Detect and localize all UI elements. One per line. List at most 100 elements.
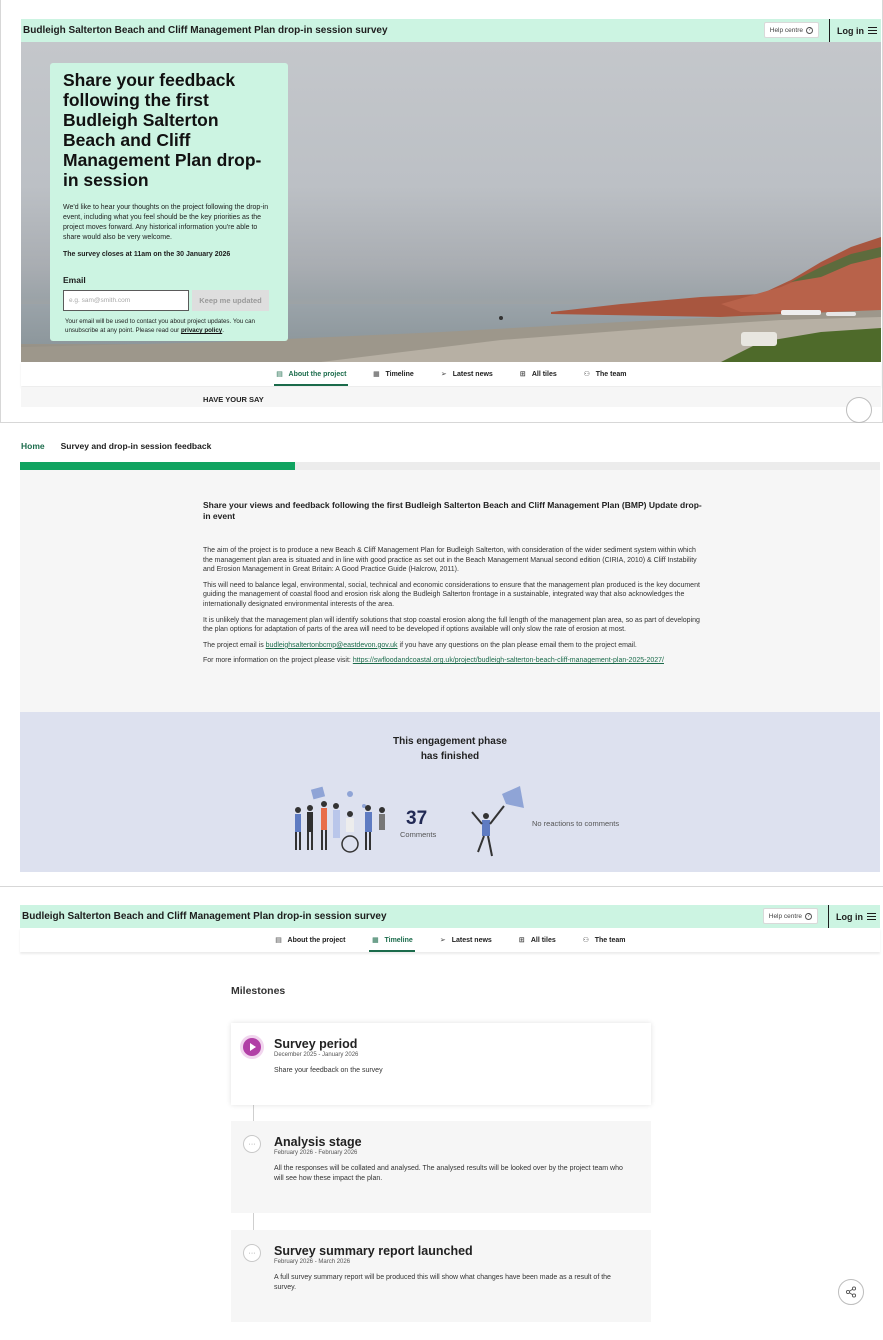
help-centre-button[interactable]: Help centre ? (762, 908, 818, 924)
email-signup-row: Keep me updated (63, 290, 275, 311)
milestone-title: Survey period (274, 1037, 358, 1051)
email-input[interactable] (63, 290, 189, 311)
breadcrumb: Home Survey and drop-in session feedback (21, 441, 211, 451)
share-icon (845, 1286, 857, 1298)
milestone-dates: December 2025 - January 2026 (274, 1052, 359, 1058)
survey-intro: Share your views and feedback following … (20, 470, 880, 712)
more-dots-icon: ··· (243, 1244, 261, 1262)
grid-icon: ⊞ (518, 937, 525, 944)
tab-timeline[interactable]: ▦ Timeline (369, 928, 416, 952)
document-icon: ▤ (276, 371, 283, 378)
survey-body: The aim of the project is to produce a n… (203, 546, 705, 672)
tab-label: All tiles (530, 936, 556, 944)
more-info-paragraph: For more information on the project plea… (203, 656, 705, 666)
engagement-status: This engagement phase has finished (20, 734, 880, 764)
site-title[interactable]: Budleigh Salterton Beach and Cliff Manag… (20, 911, 387, 922)
help-centre-button[interactable]: Help centre ? (763, 22, 819, 38)
milestones-heading: Milestones (231, 985, 286, 997)
tab-the-team[interactable]: ⚇ The team (580, 928, 628, 952)
milestone-dates: February 2026 - March 2026 (274, 1259, 351, 1265)
milestone-description: A full survey summary report will be pro… (274, 1274, 611, 1291)
survey-close-date: The survey closes at 11am on the 30 Janu… (63, 251, 231, 258)
megaphone-illustration (471, 786, 524, 857)
hero-heading: Share your feedback following the first … (63, 70, 262, 190)
tab-about-the-project[interactable]: ▤ About the project (273, 928, 348, 952)
send-icon: ➢ (439, 937, 446, 944)
milestone-survey-period: Survey period December 2025 - January 20… (231, 1023, 651, 1105)
header-divider (829, 19, 830, 42)
calendar-icon: ▦ (372, 937, 379, 944)
tab-latest-news[interactable]: ➢ Latest news (438, 362, 495, 386)
keep-me-updated-button[interactable]: Keep me updated (192, 290, 269, 311)
comments-count: 37 (406, 808, 428, 829)
survey-paragraph: This will need to balance legal, environ… (203, 581, 700, 608)
breadcrumb-home-link[interactable]: Home (21, 441, 45, 451)
fine-print-end: . (222, 327, 224, 334)
header-divider (828, 905, 829, 928)
calendar-icon: ▦ (373, 371, 380, 378)
crowd-illustration (295, 786, 385, 853)
project-email-paragraph: The project email is budleighsaltertonbc… (203, 641, 705, 651)
tab-label: All tiles (531, 370, 557, 378)
survey-heading: Share your views and feedback following … (203, 500, 702, 521)
tab-latest-news[interactable]: ➢ Latest news (437, 928, 494, 952)
survey-progress-fill (20, 462, 296, 470)
login-button[interactable]: Log in (837, 19, 877, 42)
privacy-policy-link[interactable]: privacy policy (181, 327, 222, 334)
people-icon: ⚇ (582, 937, 589, 944)
tab-timeline[interactable]: ▦ Timeline (370, 362, 415, 386)
hero-intro: We'd like to hear your thoughts on the p… (63, 204, 269, 241)
menu-icon[interactable] (867, 913, 876, 920)
milestone-description: All the responses will be collated and a… (274, 1165, 623, 1182)
question-icon: ? (805, 912, 812, 920)
milestone-analysis-stage: ··· Analysis stage February 2026 - Febru… (231, 1121, 651, 1213)
milestone-title: Survey summary report launched (274, 1244, 473, 1258)
login-label: Log in (837, 25, 864, 36)
signup-card: Share your feedback following the first … (50, 63, 288, 341)
project-website-link[interactable]: https://swfloodandcoastal.org.uk/project… (353, 657, 664, 664)
engagement-status-line: This engagement phase (393, 736, 507, 747)
tab-label: The team (595, 370, 627, 378)
tab-all-tiles[interactable]: ⊞ All tiles (517, 362, 559, 386)
survey-paragraph: The aim of the project is to produce a n… (203, 547, 697, 574)
milestone-dates: February 2026 - February 2026 (274, 1150, 358, 1156)
email-post-text: if you have any questions on the plan pl… (399, 641, 637, 649)
site-header: Budleigh Salterton Beach and Cliff Manag… (21, 19, 881, 42)
share-button[interactable] (838, 1279, 864, 1305)
survey-progress-bar (20, 462, 880, 470)
engagement-finished-panel: This engagement phase has finished 37 Co… (20, 712, 880, 872)
breadcrumb-current: Survey and drop-in session feedback (60, 441, 212, 451)
help-centre-label: Help centre (769, 26, 803, 34)
email-pre-text: The project email is (203, 641, 264, 649)
tab-label: About the project (288, 370, 347, 378)
tab-label: Timeline (384, 936, 413, 944)
more-info-text: For more information on the project plea… (203, 657, 351, 665)
have-your-say-section: HAVE YOUR SAY (21, 387, 881, 407)
tab-label: Latest news (452, 370, 493, 378)
tab-all-tiles[interactable]: ⊞ All tiles (516, 928, 558, 952)
tab-label: Latest news (451, 936, 492, 944)
send-icon: ➢ (440, 371, 447, 378)
project-email-link[interactable]: budleighsaltertonbcmp@eastdevon.gov.uk (266, 642, 398, 649)
people-icon: ⚇ (583, 371, 590, 378)
tab-about-the-project[interactable]: ▤ About the project (273, 362, 349, 386)
hero-banner: Share your feedback following the first … (21, 42, 881, 362)
tab-label: Timeline (385, 370, 414, 378)
email-label: Email (63, 275, 86, 285)
have-your-say-heading: HAVE YOUR SAY (203, 395, 264, 404)
comments-label: Comments (400, 830, 437, 839)
tab-label: About the project (287, 936, 346, 944)
project-page-frame: Budleigh Salterton Beach and Cliff Manag… (0, 0, 883, 423)
fine-print-text: Your email will be used to contact you a… (65, 318, 255, 334)
help-centre-label: Help centre (768, 912, 802, 920)
site-title[interactable]: Budleigh Salterton Beach and Cliff Manag… (21, 25, 388, 36)
grid-icon: ⊞ (519, 371, 526, 378)
milestone-description: Share your feedback on the survey (274, 1067, 383, 1074)
menu-icon[interactable] (868, 27, 877, 34)
scroll-to-top-button[interactable] (846, 397, 872, 423)
login-button[interactable]: Log in (836, 905, 876, 928)
question-icon: ? (806, 26, 813, 34)
tab-the-team[interactable]: ⚇ The team (581, 362, 629, 386)
project-tabs: ▤ About the project ▦ Timeline ➢ Latest new… (20, 928, 880, 952)
login-label: Log in (836, 911, 863, 922)
